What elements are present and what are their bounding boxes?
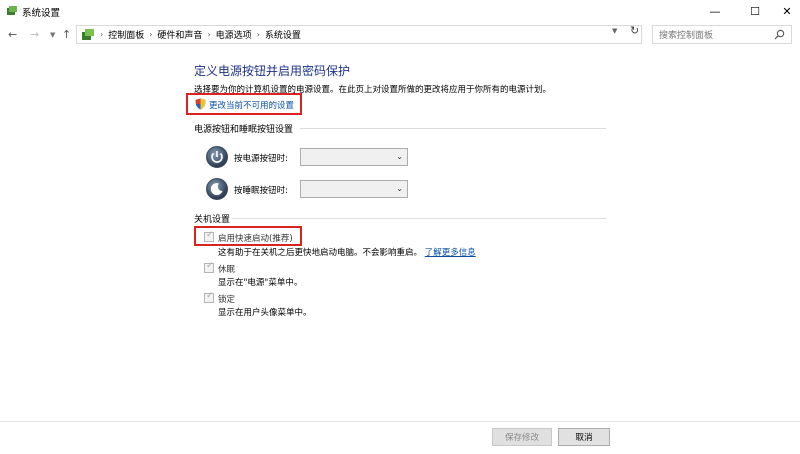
sleep-button-icon: [206, 178, 228, 200]
back-button[interactable]: ←: [8, 28, 17, 41]
breadcrumb: › 控制面板 › 硬件和声音 › 电源选项 › 系统设置: [95, 28, 301, 41]
fast-startup-description: 这有助于在关机之后更快地启动电脑。不会影响重启。 了解更多信息: [218, 246, 476, 258]
window-title: 系统设置: [22, 8, 61, 19]
close-button[interactable]: ✕: [770, 0, 800, 22]
breadcrumb-chevron-icon[interactable]: ›: [149, 30, 152, 39]
breadcrumb-chevron-icon[interactable]: ›: [207, 30, 210, 39]
fast-startup-checkbox[interactable]: ✓: [204, 230, 214, 242]
title-bar: 系统设置 — ☐ ✕: [0, 0, 800, 22]
breadcrumb-chevron-icon[interactable]: ›: [257, 30, 260, 39]
chevron-down-icon: ⌄: [396, 152, 403, 161]
fast-startup-label: 启用快速启动(推荐): [218, 234, 293, 244]
search-input[interactable]: 搜索控制面板: [652, 25, 792, 44]
breadcrumb-item[interactable]: 硬件和声音: [157, 28, 202, 41]
control-panel-icon: [82, 28, 94, 40]
save-changes-button[interactable]: 保存修改: [492, 428, 552, 446]
breadcrumb-item[interactable]: 电源选项: [216, 28, 252, 41]
cancel-button[interactable]: 取消: [558, 428, 610, 446]
fast-startup-description-text: 这有助于在关机之后更快地启动电脑。不会影响重启。: [218, 248, 423, 258]
shutdown-section-title: 关机设置: [194, 215, 231, 225]
uac-shield-icon: [195, 98, 206, 110]
search-icon: [774, 29, 785, 40]
recent-locations-chevron-icon[interactable]: ▼: [50, 31, 55, 39]
hibernate-label: 休眠: [218, 265, 236, 275]
power-buttons-section-title: 电源按钮和睡眠按钮设置: [194, 125, 294, 135]
address-bar[interactable]: › 控制面板 › 硬件和声音 › 电源选项 › 系统设置: [76, 25, 642, 44]
page-title: 定义电源按钮并启用密码保护: [194, 64, 351, 78]
lock-checkbox[interactable]: ✓: [204, 291, 214, 303]
search-placeholder: 搜索控制面板: [659, 31, 714, 41]
section-divider: [300, 128, 606, 129]
section-divider: [232, 218, 606, 219]
breadcrumb-item[interactable]: 控制面板: [108, 28, 144, 41]
chevron-down-icon: ⌄: [396, 184, 403, 193]
refresh-icon[interactable]: ↻: [630, 24, 639, 37]
up-button[interactable]: ↑: [62, 28, 71, 41]
hibernate-checkbox[interactable]: ✓: [204, 261, 214, 273]
learn-more-link[interactable]: 了解更多信息: [425, 248, 476, 258]
sleep-button-action-select[interactable]: ⌄: [300, 180, 408, 198]
lock-description: 显示在用户头像菜单中。: [218, 308, 312, 318]
maximize-button[interactable]: ☐: [738, 0, 772, 22]
footer-divider: [0, 421, 800, 422]
minimize-button[interactable]: —: [698, 0, 732, 22]
breadcrumb-chevron-icon[interactable]: ›: [100, 30, 103, 39]
address-dropdown-icon[interactable]: ▼: [612, 27, 617, 35]
power-button-action-select[interactable]: ⌄: [300, 148, 408, 166]
sleep-button-label: 按睡眠按钮时:: [234, 186, 288, 196]
checkmark-icon: ✓: [206, 291, 214, 301]
navigation-bar: ← → ▼ ↑ › 控制面板 › 硬件和声音 › 电源选项 › 系统设置 ▼ ↻…: [0, 22, 800, 46]
power-button-icon: [206, 146, 228, 168]
checkmark-icon: ✓: [206, 261, 214, 271]
breadcrumb-item[interactable]: 系统设置: [265, 28, 301, 41]
change-unavailable-settings-link[interactable]: 更改当前不可用的设置: [209, 99, 294, 111]
forward-button[interactable]: →: [30, 28, 39, 41]
system-settings-window: 系统设置 — ☐ ✕ ← → ▼ ↑ › 控制面板 › 硬件和声音 › 电源选项…: [0, 0, 800, 454]
power-button-label: 按电源按钮时:: [234, 154, 288, 164]
lock-label: 锁定: [218, 295, 236, 305]
power-options-icon: [7, 6, 17, 15]
checkmark-icon: ✓: [206, 230, 214, 240]
hibernate-description: 显示在"电源"菜单中。: [218, 278, 303, 288]
